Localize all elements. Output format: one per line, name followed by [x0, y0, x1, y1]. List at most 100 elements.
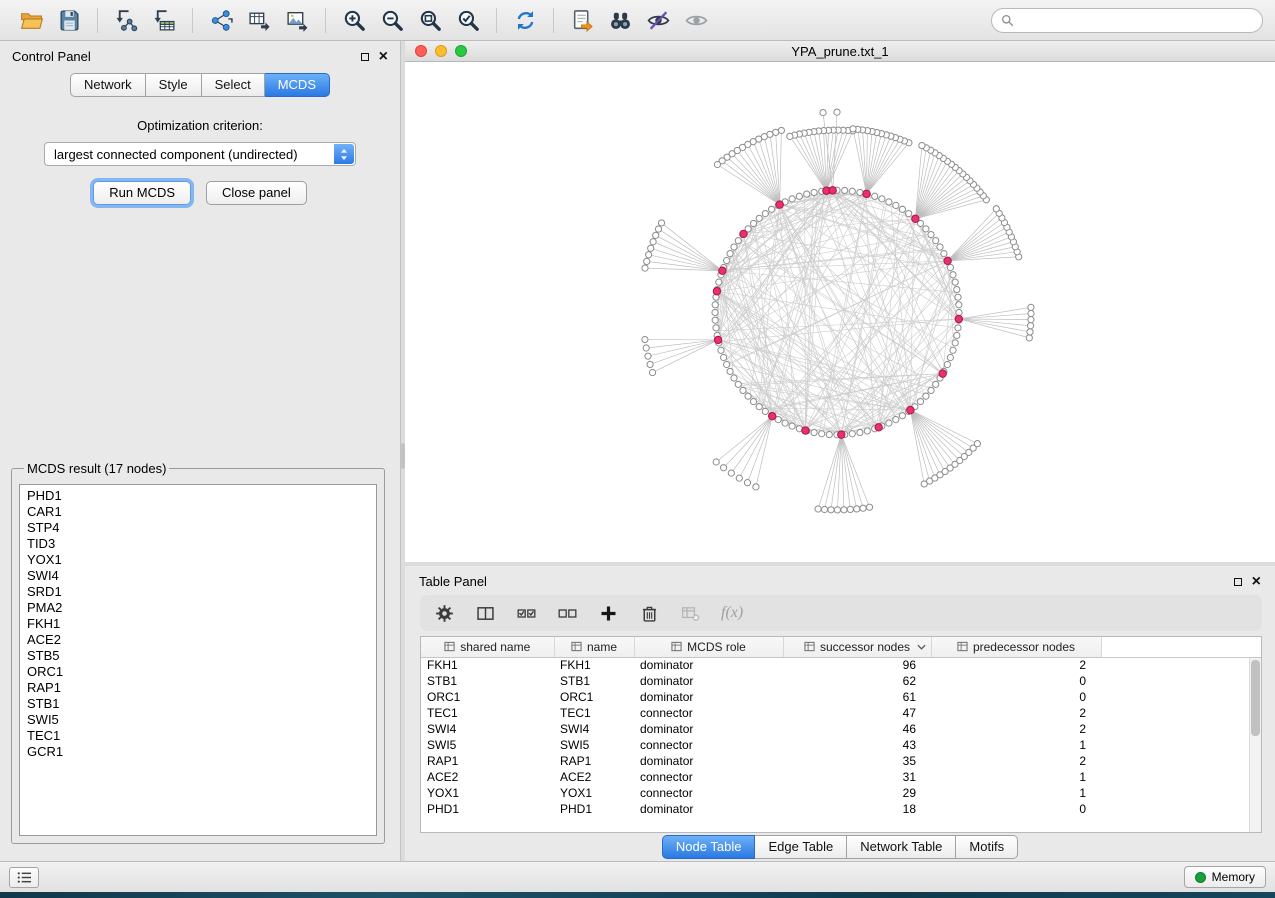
tab-mcds[interactable]: MCDS [265, 73, 330, 97]
window-zoom-button[interactable] [455, 45, 467, 57]
close-icon: × [379, 51, 388, 63]
tab-motifs[interactable]: Motifs [956, 835, 1018, 859]
optimization-criterion-select[interactable]: largest connected component (undirected) [44, 142, 356, 166]
window-close-button[interactable] [415, 45, 427, 57]
cell-filler [1101, 785, 1261, 801]
table-row[interactable]: ORC1ORC1dominator610 [421, 689, 1261, 705]
mcds-result-item[interactable]: SRD1 [27, 584, 376, 600]
mcds-result-group: MCDS result (17 nodes) PHD1CAR1STP4TID3Y… [11, 461, 385, 844]
table-tabs: Node Table Edge Table Network Table Moti… [405, 833, 1275, 861]
save-session-button[interactable] [50, 3, 88, 37]
select-all-button[interactable] [516, 603, 537, 624]
tab-network-table[interactable]: Network Table [847, 835, 956, 859]
table-row[interactable]: FKH1FKH1dominator962 [421, 657, 1261, 673]
find-button[interactable] [601, 3, 639, 37]
network-graph[interactable] [405, 62, 1275, 562]
mcds-result-item[interactable]: FKH1 [27, 616, 376, 632]
tab-style[interactable]: Style [146, 73, 202, 97]
chevron-down-icon [917, 644, 926, 650]
mcds-result-item[interactable]: STB5 [27, 648, 376, 664]
table-panel-float-button[interactable] [1234, 578, 1242, 586]
export-network-button[interactable] [202, 3, 240, 37]
export-table-button[interactable] [240, 3, 278, 37]
export-image-button[interactable] [278, 3, 316, 37]
cell-successor-nodes: 61 [783, 689, 931, 705]
share-document-button[interactable] [563, 3, 601, 37]
mcds-result-item[interactable]: TID3 [27, 536, 376, 552]
cell-filler [1101, 689, 1261, 705]
float-icon [1234, 578, 1242, 586]
window-minimize-button[interactable] [435, 45, 447, 57]
open-session-button[interactable] [12, 3, 50, 37]
mcds-result-item[interactable]: RAP1 [27, 680, 376, 696]
control-panel-close-button[interactable]: × [379, 51, 388, 63]
column-header-shared-name[interactable]: shared name [421, 637, 554, 657]
import-table-button[interactable] [145, 3, 183, 37]
cell-shared-name: YOX1 [421, 785, 554, 801]
hide-graphics-button[interactable] [639, 3, 677, 37]
plus-icon [598, 603, 619, 624]
table-settings-button[interactable] [434, 603, 455, 624]
table-row[interactable]: STB1STB1dominator620 [421, 673, 1261, 689]
mcds-result-item[interactable]: YOX1 [27, 552, 376, 568]
show-columns-button[interactable] [475, 603, 496, 624]
refresh-view-button[interactable] [506, 3, 544, 37]
scrollbar-thumb[interactable] [1251, 660, 1260, 736]
delete-table-button[interactable] [680, 603, 701, 624]
cell-mcds-role: connector [634, 705, 783, 721]
mcds-result-item[interactable]: PHD1 [27, 488, 376, 504]
tab-select[interactable]: Select [202, 73, 265, 97]
zoom-fit-button[interactable] [411, 3, 449, 37]
mcds-result-item[interactable]: SWI5 [27, 712, 376, 728]
mcds-result-item[interactable]: CAR1 [27, 504, 376, 520]
table-row[interactable]: PHD1PHD1dominator180 [421, 801, 1261, 817]
column-header-successor-nodes[interactable]: successor nodes [783, 637, 931, 657]
cell-filler [1101, 801, 1261, 817]
import-network-button[interactable] [107, 3, 145, 37]
table-row[interactable]: SWI5SWI5connector431 [421, 737, 1261, 753]
memory-button[interactable]: Memory [1184, 866, 1266, 888]
mcds-result-item[interactable]: PMA2 [27, 600, 376, 616]
table-panel-close-button[interactable]: × [1252, 576, 1261, 588]
add-column-button[interactable] [598, 603, 619, 624]
tab-node-table[interactable]: Node Table [662, 835, 756, 859]
zoom-in-button[interactable] [335, 3, 373, 37]
mcds-result-item[interactable]: STP4 [27, 520, 376, 536]
table-row[interactable]: SWI4SWI4dominator462 [421, 721, 1261, 737]
mcds-result-item[interactable]: ORC1 [27, 664, 376, 680]
tab-edge-table[interactable]: Edge Table [755, 835, 847, 859]
cell-name: FKH1 [554, 657, 634, 673]
column-header-name[interactable]: name [554, 637, 634, 657]
search-input[interactable] [1020, 12, 1253, 29]
column-header-mcds-role[interactable]: MCDS role [634, 637, 783, 657]
zoom-selected-button[interactable] [449, 3, 487, 37]
cell-successor-nodes: 35 [783, 753, 931, 769]
mcds-result-item[interactable]: STB1 [27, 696, 376, 712]
table-row[interactable]: RAP1RAP1dominator352 [421, 753, 1261, 769]
function-icon: f(x) [721, 604, 743, 622]
run-mcds-button[interactable]: Run MCDS [93, 181, 191, 205]
delete-column-button[interactable] [639, 603, 660, 624]
table-panel: Table Panel × [405, 566, 1275, 861]
unselect-all-button[interactable] [557, 603, 578, 624]
table-row[interactable]: YOX1YOX1connector291 [421, 785, 1261, 801]
close-panel-button[interactable]: Close panel [206, 181, 307, 205]
mcds-result-item[interactable]: GCR1 [27, 744, 376, 760]
share-document-icon [570, 8, 595, 33]
mcds-result-list[interactable]: PHD1CAR1STP4TID3YOX1SWI4SRD1PMA2FKH1ACE2… [19, 484, 377, 836]
panel-menu-button[interactable] [9, 867, 39, 888]
table-row[interactable]: TEC1TEC1connector472 [421, 705, 1261, 721]
zoom-out-button[interactable] [373, 3, 411, 37]
mcds-result-item[interactable]: ACE2 [27, 632, 376, 648]
network-canvas[interactable] [405, 62, 1275, 562]
mcds-result-item[interactable]: TEC1 [27, 728, 376, 744]
table-scrollbar[interactable] [1249, 658, 1261, 832]
table-row[interactable]: ACE2ACE2connector311 [421, 769, 1261, 785]
control-panel-float-button[interactable] [361, 53, 369, 61]
cell-shared-name: TEC1 [421, 705, 554, 721]
tab-network[interactable]: Network [70, 73, 146, 97]
mcds-result-item[interactable]: SWI4 [27, 568, 376, 584]
function-builder-button[interactable]: f(x) [721, 604, 743, 622]
column-header-predecessor-nodes[interactable]: predecessor nodes [931, 637, 1101, 657]
show-graphics-button[interactable] [677, 3, 715, 37]
